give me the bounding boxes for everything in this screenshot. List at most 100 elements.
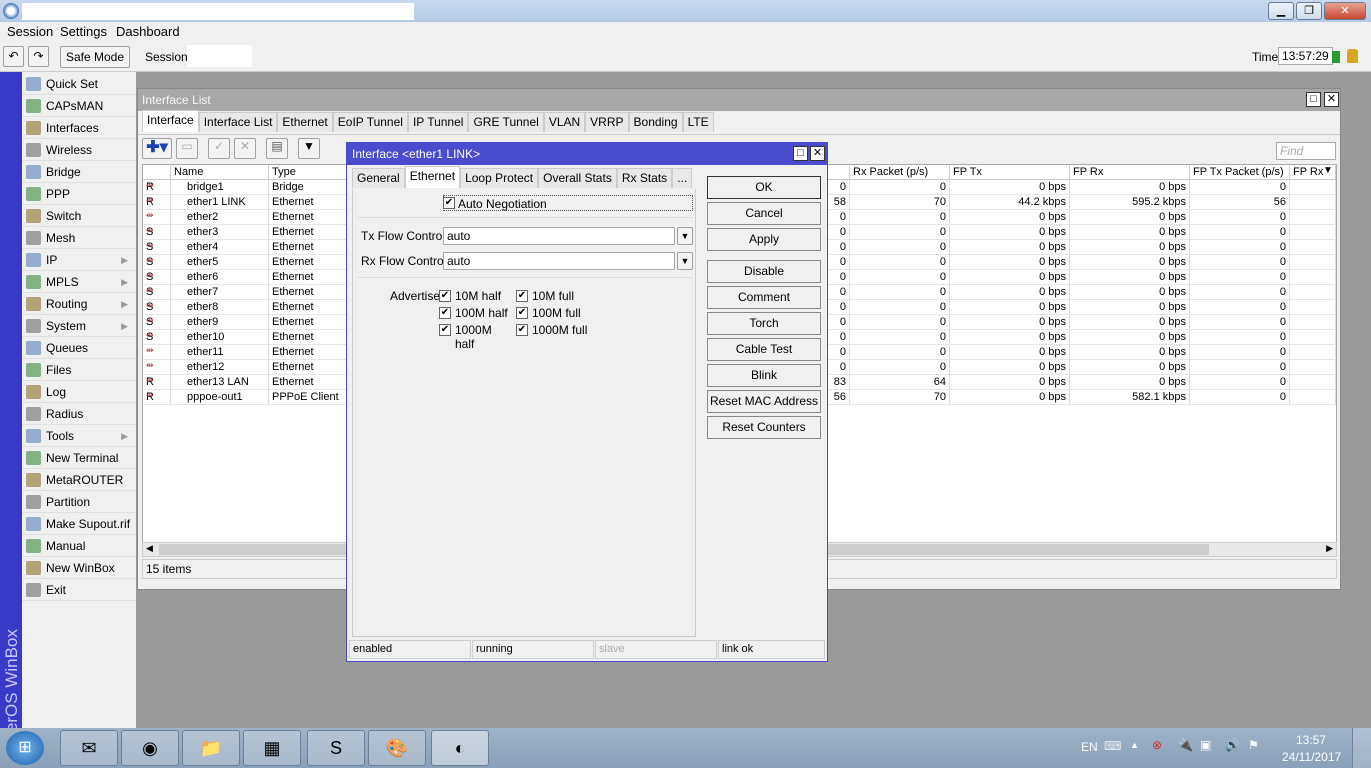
safe-mode-button[interactable]: Safe Mode xyxy=(60,46,130,68)
tab-bonding[interactable]: Bonding xyxy=(628,112,683,132)
volume-icon[interactable]: 🔊 xyxy=(1225,738,1240,752)
torch-button[interactable]: Torch xyxy=(707,312,821,335)
tab-loop-protect[interactable]: Loop Protect xyxy=(460,168,539,188)
tab-ip-tunnel[interactable]: IP Tunnel xyxy=(407,112,469,132)
reset-counters-button[interactable]: Reset Counters xyxy=(707,416,821,439)
sidebar-item-ip[interactable]: IP ▶ xyxy=(22,249,136,271)
column-header[interactable]: FP Rx xyxy=(1070,165,1190,180)
taskbar-mail-icon[interactable]: ✉ xyxy=(60,730,118,766)
column-menu-icon[interactable]: ▼ xyxy=(1323,165,1333,176)
column-header[interactable]: Name xyxy=(171,165,269,180)
menu-settings[interactable]: Settings xyxy=(60,24,107,39)
tx-flow-dropdown-icon[interactable]: ▼ xyxy=(677,227,693,245)
show-desktop-button[interactable] xyxy=(1352,728,1371,768)
column-header[interactable]: Rx Packet (p/s) xyxy=(850,165,950,180)
taskbar-calculator-icon[interactable]: ▦ xyxy=(243,730,301,766)
advertise-10m-full-checkbox[interactable]: ✔ 10M full xyxy=(516,289,591,303)
add-button[interactable]: ✚▾ xyxy=(142,138,172,159)
sidebar-item-interfaces[interactable]: Interfaces xyxy=(22,117,136,139)
network-error-icon[interactable]: ⊗ xyxy=(1152,738,1162,752)
taskbar-skype-icon[interactable]: S xyxy=(307,730,365,766)
find-input[interactable]: Find xyxy=(1276,142,1336,160)
sidebar-item-log[interactable]: Log xyxy=(22,381,136,403)
undo-button[interactable]: ↶ xyxy=(3,46,24,67)
tx-flow-select[interactable]: auto xyxy=(443,227,675,245)
show-hidden-icons-icon[interactable]: ▲ xyxy=(1130,740,1139,750)
ok-button[interactable]: OK xyxy=(707,176,821,199)
sidebar-item-capsman[interactable]: CAPsMAN xyxy=(22,95,136,117)
menu-dashboard[interactable]: Dashboard xyxy=(116,24,180,39)
maximize-window-button[interactable]: □ xyxy=(1306,92,1321,107)
sidebar-item-make-supout-rif[interactable]: Make Supout.rif xyxy=(22,513,136,535)
sidebar-item-tools[interactable]: Tools ▶ xyxy=(22,425,136,447)
language-indicator[interactable]: EN xyxy=(1081,740,1098,754)
cancel-button[interactable]: Cancel xyxy=(707,202,821,225)
taskbar-explorer-icon[interactable]: 📁 xyxy=(182,730,240,766)
advertise-100m-half-checkbox[interactable]: ✔ 100M half xyxy=(439,306,514,320)
tab-general[interactable]: General xyxy=(352,168,405,188)
column-header[interactable]: FP Tx xyxy=(950,165,1070,180)
tab-interface[interactable]: Interface xyxy=(142,110,199,132)
sidebar-item-files[interactable]: Files xyxy=(22,359,136,381)
network-icon[interactable]: ▣ xyxy=(1200,738,1211,752)
cable-test-button[interactable]: Cable Test xyxy=(707,338,821,361)
tab-overall-stats[interactable]: Overall Stats xyxy=(538,168,617,188)
tab-gre-tunnel[interactable]: GRE Tunnel xyxy=(468,112,544,132)
enable-button[interactable]: ✓ xyxy=(208,138,230,159)
tab-vlan[interactable]: VLAN xyxy=(543,112,586,132)
sidebar-item-ppp[interactable]: PPP xyxy=(22,183,136,205)
sidebar-item-routing[interactable]: Routing ▶ xyxy=(22,293,136,315)
sidebar-item-bridge[interactable]: Bridge xyxy=(22,161,136,183)
sidebar-item-wireless[interactable]: Wireless xyxy=(22,139,136,161)
comment-button[interactable]: Comment xyxy=(707,286,821,309)
sidebar-item-queues[interactable]: Queues xyxy=(22,337,136,359)
sidebar-item-exit[interactable]: Exit xyxy=(22,579,136,601)
tab-eoip-tunnel[interactable]: EoIP Tunnel xyxy=(332,112,408,132)
power-icon[interactable]: 🔌 xyxy=(1178,738,1193,752)
sidebar-item-system[interactable]: System ▶ xyxy=(22,315,136,337)
filter-icon[interactable]: ▼ xyxy=(298,138,320,159)
sidebar-item-new-winbox[interactable]: New WinBox xyxy=(22,557,136,579)
column-header[interactable] xyxy=(143,165,171,180)
column-header[interactable]: FP Tx Packet (p/s) xyxy=(1190,165,1290,180)
tab-interface-list[interactable]: Interface List xyxy=(198,112,278,132)
disable-button[interactable]: ✕ xyxy=(234,138,256,159)
keyboard-icon[interactable]: ⌨ xyxy=(1104,739,1121,753)
tab-vrrp[interactable]: VRRP xyxy=(585,112,629,132)
tab-ethernet[interactable]: Ethernet xyxy=(404,166,461,188)
sidebar-item-mesh[interactable]: Mesh xyxy=(22,227,136,249)
minimize-button[interactable]: ▁ xyxy=(1268,2,1294,20)
action-center-flag-icon[interactable]: ⚑ xyxy=(1248,738,1259,752)
advertise-1000m-full-checkbox[interactable]: ✔ 1000M full xyxy=(516,323,591,337)
rx-flow-select[interactable]: auto xyxy=(443,252,675,270)
remove-button[interactable]: ▭ xyxy=(176,138,198,159)
sidebar-item-metarouter[interactable]: MetaROUTER xyxy=(22,469,136,491)
tab-rx-stats[interactable]: Rx Stats xyxy=(616,168,673,188)
blink-button[interactable]: Blink xyxy=(707,364,821,387)
comment-button[interactable]: ▤ xyxy=(266,138,288,159)
column-header[interactable]: Type xyxy=(269,165,349,180)
sidebar-item-switch[interactable]: Switch xyxy=(22,205,136,227)
sidebar-item-quick-set[interactable]: Quick Set xyxy=(22,73,136,95)
apply-button[interactable]: Apply xyxy=(707,228,821,251)
dialog-maximize-button[interactable]: □ xyxy=(793,146,808,161)
start-button[interactable]: ⊞ xyxy=(6,731,44,765)
sidebar-item-radius[interactable]: Radius xyxy=(22,403,136,425)
sidebar-item-mpls[interactable]: MPLS ▶ xyxy=(22,271,136,293)
disable-button[interactable]: Disable xyxy=(707,260,821,283)
rx-flow-dropdown-icon[interactable]: ▼ xyxy=(677,252,693,270)
advertise-1000m-half-checkbox[interactable]: ✔ 1000M half xyxy=(439,323,514,351)
tab-ethernet[interactable]: Ethernet xyxy=(277,112,333,132)
taskbar-paint-icon[interactable]: 🎨 xyxy=(368,730,426,766)
maximize-button[interactable]: ❐ xyxy=(1296,2,1322,20)
sidebar-item-manual[interactable]: Manual xyxy=(22,535,136,557)
sidebar-item-partition[interactable]: Partition xyxy=(22,491,136,513)
close-window-button[interactable]: ✕ xyxy=(1324,92,1339,107)
sidebar-item-new-terminal[interactable]: New Terminal xyxy=(22,447,136,469)
advertise-10m-half-checkbox[interactable]: ✔ 10M half xyxy=(439,289,514,303)
tab-lte[interactable]: LTE xyxy=(682,112,714,132)
reset-mac-address-button[interactable]: Reset MAC Address xyxy=(707,390,821,413)
auto-negotiation-checkbox[interactable]: ✔ Auto Negotiation xyxy=(443,195,693,211)
clock-date[interactable]: 24/11/2017 xyxy=(1282,750,1341,764)
taskbar-chrome-icon[interactable]: ◉ xyxy=(121,730,179,766)
